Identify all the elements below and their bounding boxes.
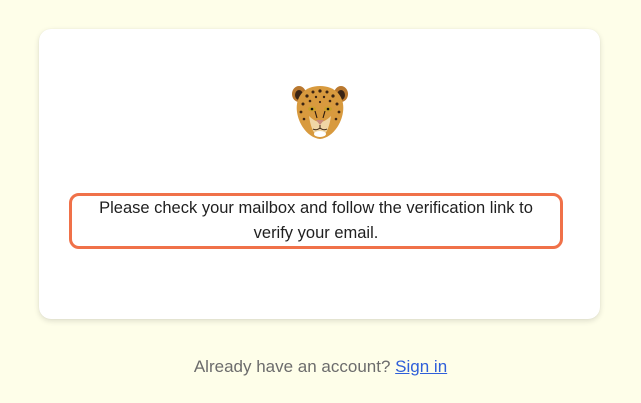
signin-prompt-text: Already have an account?	[193, 357, 391, 376]
verification-message: Please check your mailbox and follow the…	[99, 199, 533, 242]
signin-prompt: Already have an account? Sign in	[0, 357, 641, 377]
verification-message-box: Please check your mailbox and follow the…	[69, 193, 563, 249]
verification-card: Please check your mailbox and follow the…	[39, 29, 600, 319]
signin-link[interactable]: Sign in	[395, 357, 447, 376]
leopard-head-icon	[292, 86, 348, 139]
